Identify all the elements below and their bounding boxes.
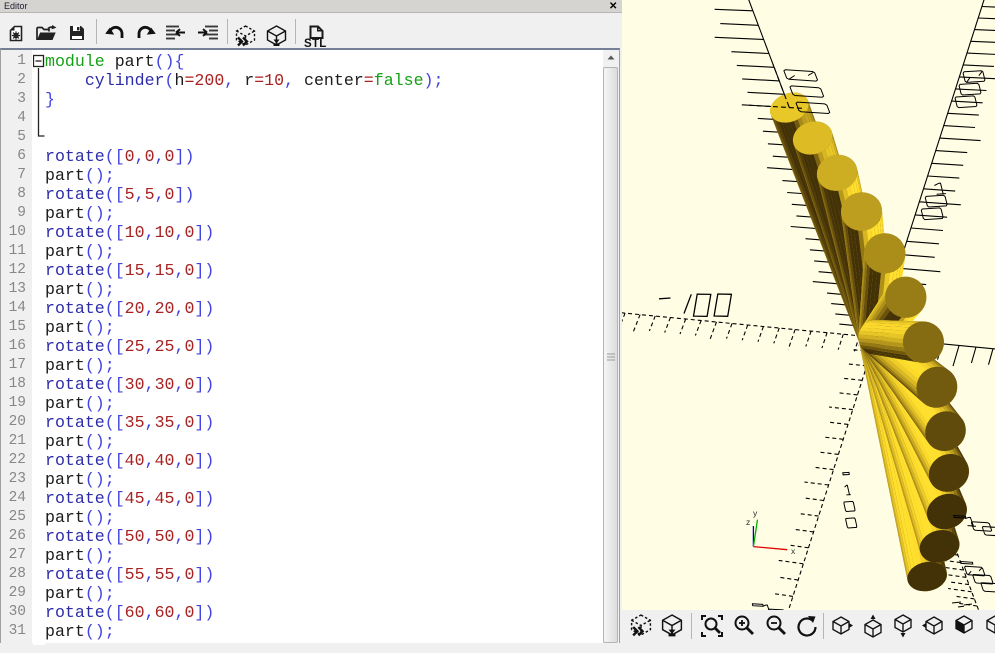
svg-text:STL: STL (304, 38, 326, 49)
svg-text:z: z (746, 517, 750, 527)
